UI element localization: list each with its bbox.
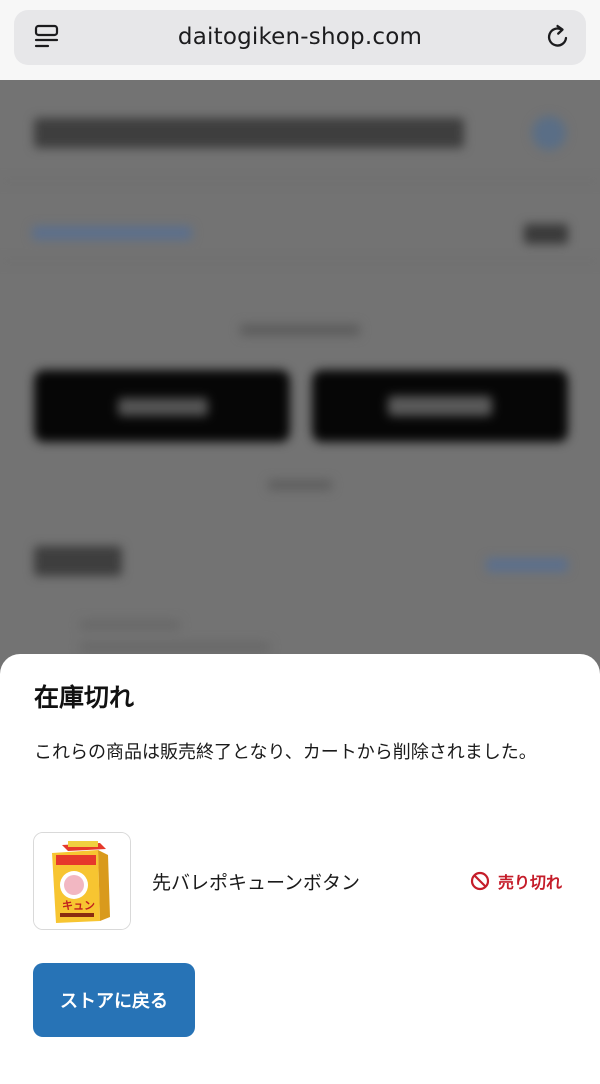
blurred-section-heading [34,546,122,576]
prohibited-icon [470,871,490,891]
out-of-stock-sheet: 在庫切れ これらの商品は販売終了となり、カートから削除されました。 キュン 先バ… [0,654,600,1084]
blurred-user-icon [532,116,566,150]
blurred-or-text [268,480,332,490]
blurred-line [80,620,180,630]
blurred-caption [240,324,360,336]
url-field[interactable]: daitogiken-shop.com [14,10,586,65]
divider [0,180,600,182]
blurred-link [32,226,192,240]
url-text: daitogiken-shop.com [177,24,423,50]
blurred-shop-title [34,118,464,148]
sold-out-label: 売り切れ [498,873,563,892]
reload-icon[interactable] [544,23,572,51]
blurred-apple-pay-button [34,370,290,442]
sheet-message: これらの商品は販売終了となり、カートから削除されました。 [34,742,537,763]
blurred-google-pay-button [312,370,568,442]
back-to-store-button[interactable]: ストアに戻る [33,963,195,1037]
blurred-line [80,642,270,652]
blurred-section-link [486,558,568,572]
product-name: 先バレポキューンボタン [152,872,361,894]
product-thumbnail: キュン [33,832,131,930]
browser-address-bar: daitogiken-shop.com [0,0,600,80]
divider [0,260,600,262]
sheet-title: 在庫切れ [34,683,135,712]
sold-out-badge: 売り切れ [470,869,562,893]
blurred-price [524,224,568,244]
svg-text:キュン: キュン [62,899,95,912]
